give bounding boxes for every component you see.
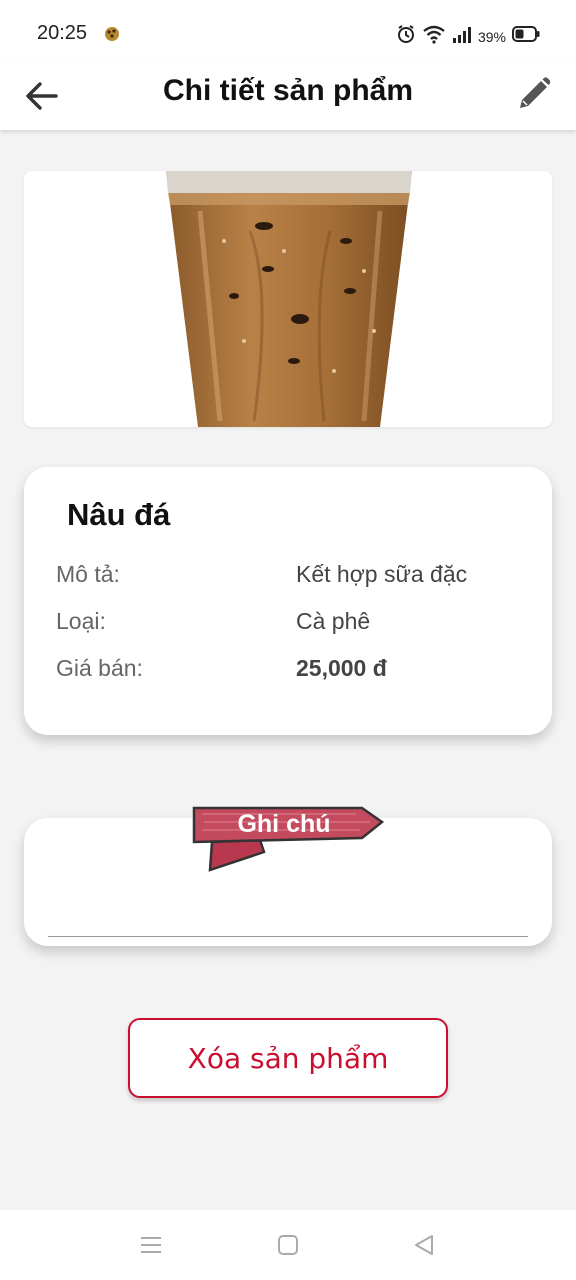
battery-percent: 39%	[477, 28, 506, 45]
price-label: Giá bán:	[56, 655, 143, 681]
delete-product-button[interactable]: Xóa sản phẩm	[128, 1018, 448, 1098]
category-value: Cà phê	[296, 608, 371, 634]
product-info-card: Nâu đá Mô tả: Kết hợp sữa đặc Loại: Cà p…	[24, 467, 552, 735]
product-image	[24, 171, 552, 427]
status-bar: 20:25 39%	[0, 0, 576, 62]
home-button[interactable]	[273, 1230, 303, 1260]
description-label: Mô tả:	[56, 561, 120, 587]
system-nav-bar	[0, 1210, 576, 1280]
home-square-icon	[278, 1235, 298, 1255]
status-time: 20:25	[37, 22, 88, 44]
description-row: Mô tả: Kết hợp sữa đặc	[56, 561, 526, 593]
product-name: Nâu đá	[67, 497, 171, 532]
signal-icon	[452, 24, 472, 49]
edit-button[interactable]	[510, 70, 558, 118]
pencil-icon	[520, 77, 551, 108]
category-label: Loại:	[56, 608, 106, 634]
price-value: 25,000 đ	[296, 655, 387, 681]
price-row: Giá bán: 25,000 đ	[56, 655, 526, 687]
note-label: Ghi chú	[237, 810, 331, 838]
system-back-button[interactable]	[409, 1230, 439, 1260]
description-value: Kết hợp sữa đặc	[296, 561, 468, 587]
back-triangle-icon	[415, 1235, 433, 1255]
app-bar: Chi tiết sản phẩm	[0, 62, 576, 130]
page-title: Chi tiết sản phẩm	[162, 74, 414, 107]
notification-app-icon	[102, 24, 122, 44]
alarm-icon	[396, 24, 416, 49]
category-row: Loại: Cà phê	[56, 608, 526, 640]
menu-icon	[141, 1237, 161, 1253]
wifi-icon	[422, 24, 446, 49]
note-underline	[48, 936, 528, 937]
menu-button[interactable]	[136, 1230, 166, 1260]
battery-icon	[512, 26, 540, 47]
